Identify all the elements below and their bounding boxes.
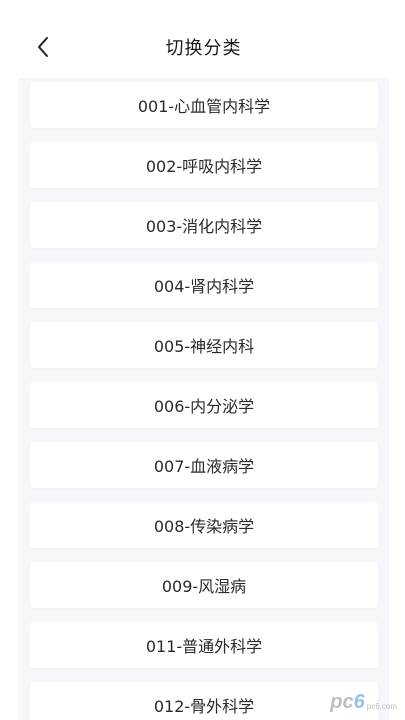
chevron-left-icon <box>38 37 48 57</box>
category-item[interactable]: 001-心血管内科学 <box>30 82 378 128</box>
watermark-brand-prefix: pc <box>330 691 354 713</box>
category-item[interactable]: 002-呼吸内科学 <box>30 142 378 188</box>
category-item[interactable]: 011-普通外科学 <box>30 622 378 668</box>
page-title: 切换分类 <box>165 38 242 59</box>
category-item[interactable]: 012-骨外科学 <box>30 682 378 720</box>
nav-bar: 切换分类 <box>18 16 389 78</box>
watermark-brand-digit: 6 <box>353 691 365 713</box>
category-item[interactable]: 007-血液病学 <box>30 442 378 488</box>
category-item[interactable]: 005-神经内科 <box>30 322 378 368</box>
category-item[interactable]: 003-消化内科学 <box>30 202 378 248</box>
screen: 切换分类 001-心血管内科学 002-呼吸内科学 003-消化内科学 004-肾内科… <box>0 0 405 720</box>
watermark-domain: pc6.com <box>366 702 397 711</box>
category-item[interactable]: 004-肾内科学 <box>30 262 378 308</box>
category-item[interactable]: 008-传染病学 <box>30 502 378 548</box>
watermark-logo: pc 6 pc6.com <box>330 691 397 714</box>
category-list: 001-心血管内科学 002-呼吸内科学 003-消化内科学 004-肾内科学 005-… <box>30 82 378 720</box>
back-button[interactable] <box>28 32 58 62</box>
category-item[interactable]: 009-风湿病 <box>30 562 378 608</box>
category-item[interactable]: 006-内分泌学 <box>30 382 378 428</box>
